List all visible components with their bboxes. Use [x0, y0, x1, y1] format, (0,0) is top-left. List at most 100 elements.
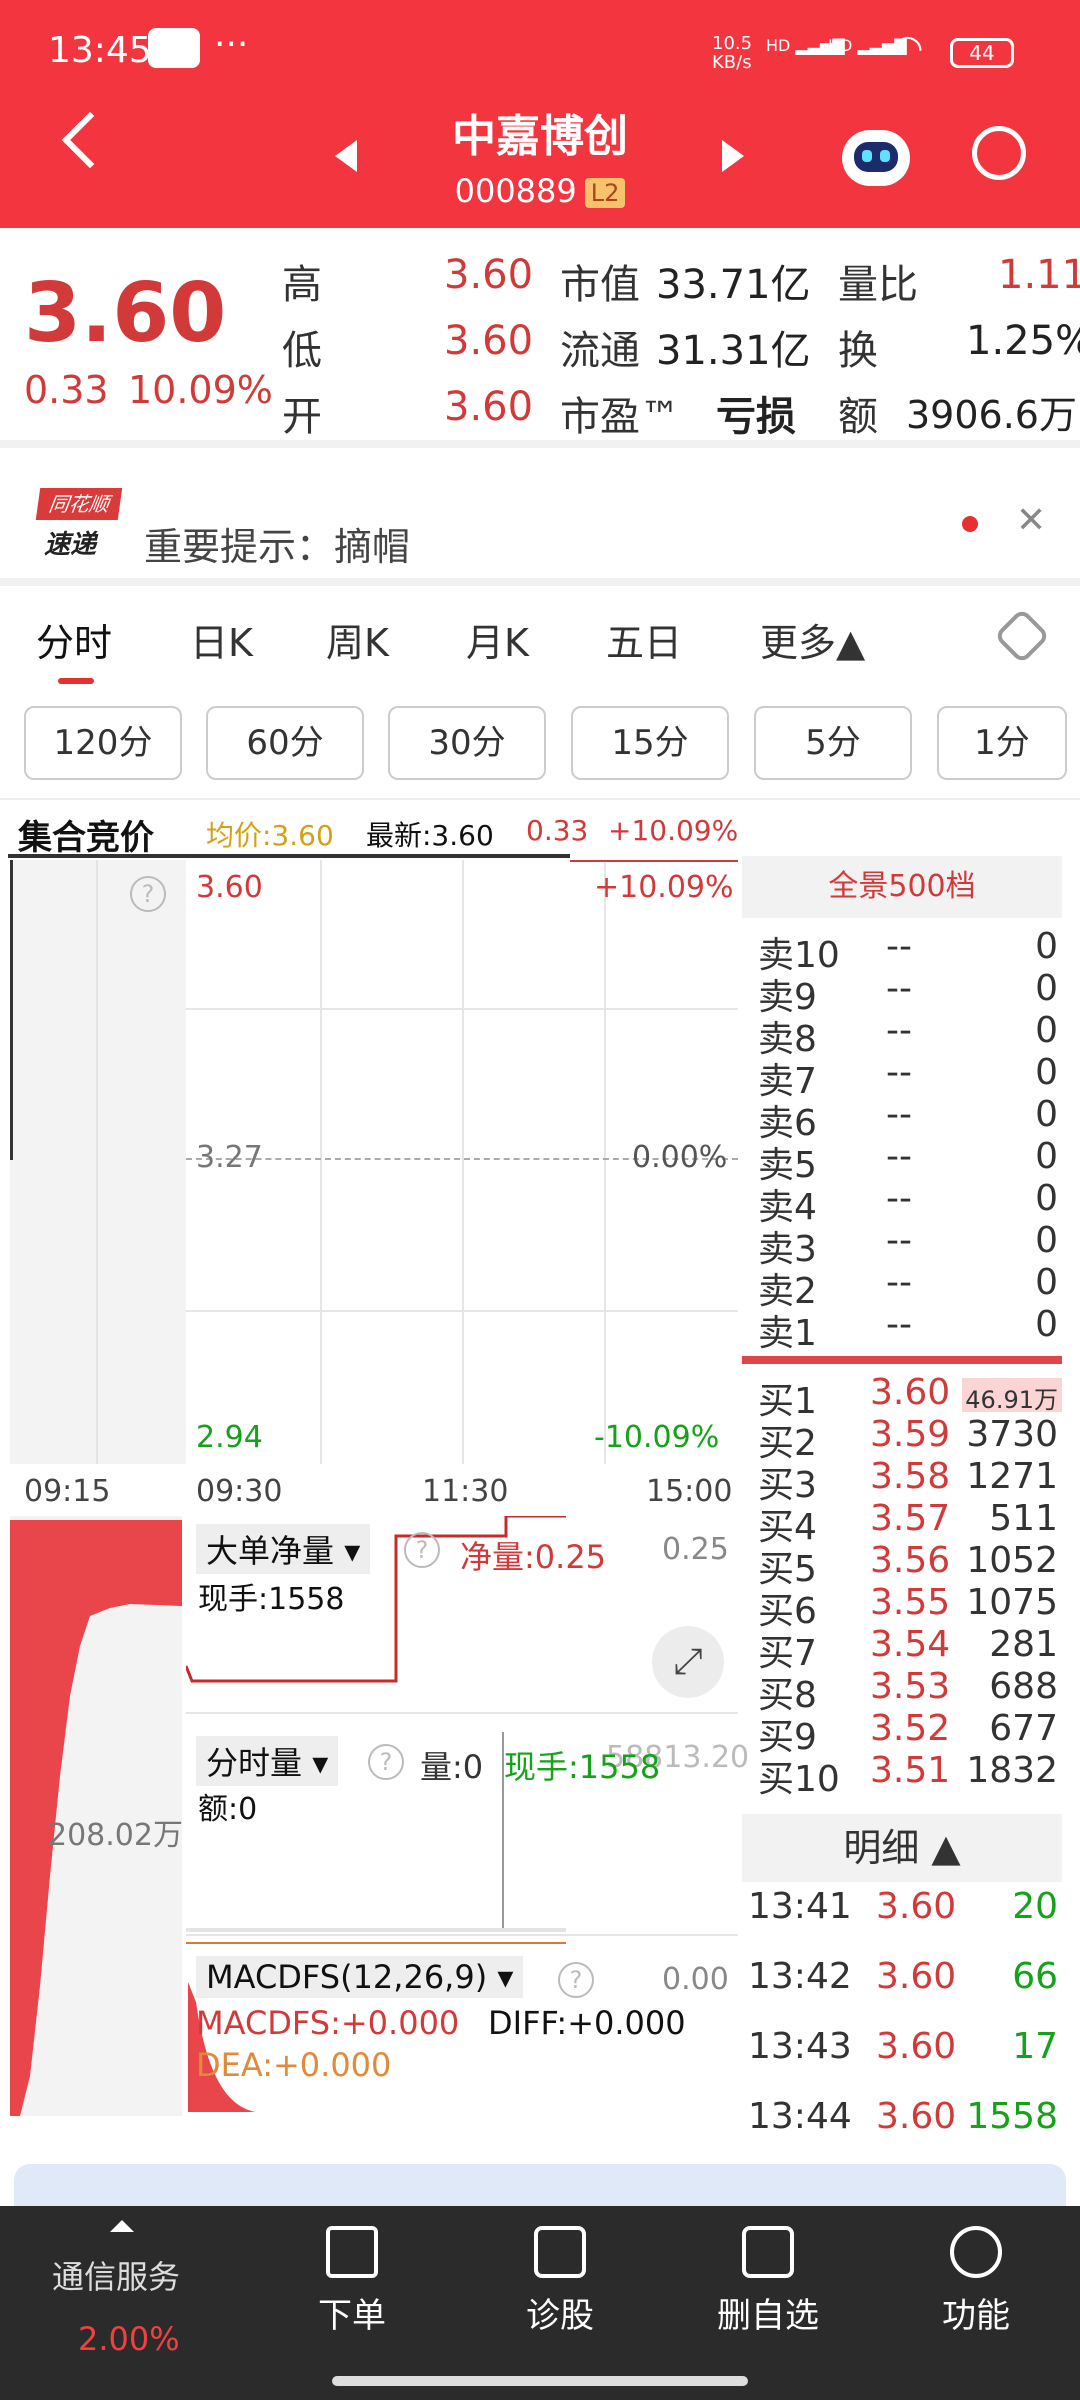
trade-price: 3.60 — [876, 2096, 957, 2137]
low-label: 低 — [282, 328, 322, 374]
settings-hex-icon[interactable] — [993, 607, 1051, 665]
trade-time: 13:41 — [748, 1886, 852, 1927]
level-price: -- — [886, 1220, 912, 1261]
notice-text: 重要提示：摘帽 — [144, 525, 411, 569]
robot-assistant-icon[interactable] — [842, 130, 910, 186]
level-price: 3.60 — [870, 1372, 951, 1413]
search-icon[interactable] — [972, 126, 1026, 180]
next-stock-icon[interactable] — [722, 140, 744, 172]
help-icon[interactable]: ? — [558, 1962, 594, 1998]
stock-name: 中嘉博创 — [452, 111, 628, 162]
range-60min[interactable]: 60分 — [206, 706, 364, 780]
auction-volume-label: 208.02万 — [48, 1818, 183, 1853]
float-value: 31.31亿 — [656, 328, 811, 374]
bid-row-5: 买5 3.56 1052 — [758, 1540, 1058, 1590]
trade-volume: 20 — [1012, 1886, 1058, 1927]
auction-label: 集合竞价 — [18, 818, 154, 858]
level-price: 3.55 — [870, 1582, 951, 1623]
orderbook-title[interactable]: 全景500档 — [742, 856, 1062, 918]
macd-selector[interactable]: MACDFS(12,26,9) ▾ — [196, 1956, 524, 1998]
tab-intraday[interactable]: 分时 — [36, 612, 112, 667]
latest-price: 最新:3.60 — [366, 819, 494, 852]
level-volume: 281 — [989, 1624, 1058, 1665]
pct-bot: -10.09% — [594, 1420, 720, 1455]
volume-selector[interactable]: 分时量 ▾ — [196, 1736, 339, 1786]
turnover-value: 1.25% — [966, 318, 1080, 364]
level-price: 3.53 — [870, 1666, 951, 1707]
notice-logo-sub: 速递 — [44, 530, 97, 560]
auction-divider — [96, 860, 98, 1464]
level-price: -- — [886, 1304, 912, 1345]
level-volume: 0 — [1035, 968, 1058, 1009]
trade-row: 13:44 3.60 1558 — [748, 2096, 1058, 2146]
close-icon[interactable]: ✕ — [1016, 500, 1046, 541]
sector-name[interactable]: 通信服务 — [52, 2252, 180, 2298]
trade-price: 3.60 — [876, 1956, 957, 1997]
expand-icon[interactable]: ⤢ — [652, 1626, 724, 1698]
time-1130: 11:30 — [422, 1474, 509, 1509]
range-5min[interactable]: 5分 — [754, 706, 912, 780]
range-120min[interactable]: 120分 — [24, 706, 182, 780]
float-label: 流通 — [560, 328, 640, 374]
trade-price: 3.60 — [876, 2026, 957, 2067]
level-volume: 0 — [1035, 1178, 1058, 1219]
big-order-selector[interactable]: 大单净量 ▾ — [196, 1524, 371, 1574]
trade-row: 13:41 3.60 20 — [748, 1886, 1058, 1936]
macd-diff: DIFF:+0.000 — [488, 2004, 686, 2042]
bid-row-4: 买4 3.57 511 — [758, 1498, 1058, 1548]
level-volume: 1832 — [966, 1750, 1058, 1791]
notice-bar[interactable]: 同花顺 速递 重要提示：摘帽 ✕ — [0, 460, 1080, 580]
level-volume: 0 — [1035, 1010, 1058, 1051]
help-icon[interactable]: ? — [404, 1532, 440, 1568]
level-price: 3.57 — [870, 1498, 951, 1539]
volume-hand: 现手:1558 — [504, 1748, 661, 1786]
macd-max: 0.00 — [662, 1962, 729, 1997]
tab-indicator — [58, 678, 94, 684]
divider — [0, 578, 1080, 586]
trade-row: 13:42 3.60 66 — [748, 1956, 1058, 2006]
tab-five-day[interactable]: 五日 — [606, 612, 682, 667]
level-price: 3.51 — [870, 1750, 951, 1791]
function-button[interactable]: 功能 — [906, 2226, 1046, 2337]
time-0930: 09:30 — [196, 1474, 283, 1509]
level-price: 3.59 — [870, 1414, 951, 1455]
bid-row-9: 买9 3.52 677 — [758, 1708, 1058, 1758]
tab-weekly-k[interactable]: 周K — [326, 612, 389, 667]
bottom-nav: 通信服务 2.00% 下单 诊股 删自选 功能 — [0, 2206, 1080, 2400]
header-bar: 13:45 ··· 10.5 KB/s HD ▂▃▅▇ HD ▂▃▅▇ ◠ 44 … — [0, 0, 1080, 228]
help-icon[interactable]: ? — [368, 1744, 404, 1780]
order-button[interactable]: 下单 — [282, 2226, 422, 2337]
price-change-pct: 10.09% — [128, 368, 273, 412]
remove-watchlist-button[interactable]: 删自选 — [698, 2226, 838, 2337]
amount-value: 3906.6万 — [906, 393, 1077, 437]
ask-bid-divider — [742, 1356, 1062, 1364]
tab-monthly-k[interactable]: 月K — [466, 612, 529, 667]
auction-line — [10, 860, 13, 1160]
status-dots: ··· — [214, 24, 249, 65]
tab-daily-k[interactable]: 日K — [190, 612, 253, 667]
diagnose-button[interactable]: 诊股 — [490, 2226, 630, 2337]
trade-volume: 1558 — [966, 2096, 1058, 2137]
tab-more[interactable]: 更多▲ — [760, 612, 865, 667]
auction-panel — [10, 860, 186, 1464]
level-volume: 1271 — [966, 1456, 1058, 1497]
trade-time: 13:42 — [748, 1956, 852, 1997]
ask-row-5: 卖6 -- 0 — [758, 1094, 1058, 1144]
range-15min[interactable]: 15分 — [571, 706, 729, 780]
chart-change-pct: +10.09% — [608, 814, 739, 847]
minus-box-icon — [742, 2226, 794, 2278]
trade-time: 13:43 — [748, 2026, 852, 2067]
trade-volume: 17 — [1012, 2026, 1058, 2067]
detail-header[interactable]: 明细 ▲ — [742, 1814, 1062, 1882]
ask-row-1: 卖10 -- 0 — [758, 926, 1058, 976]
level-price: -- — [886, 1136, 912, 1177]
help-icon[interactable]: ? — [130, 876, 166, 912]
y-top: 3.60 — [196, 870, 263, 905]
range-30min[interactable]: 30分 — [388, 706, 546, 780]
range-1min[interactable]: 1分 — [937, 706, 1067, 780]
level-price: -- — [886, 1010, 912, 1051]
level-volume: 0 — [1035, 1052, 1058, 1093]
price-line — [570, 860, 738, 862]
level-volume: 1075 — [966, 1582, 1058, 1623]
sector-pct: 2.00% — [78, 2320, 180, 2358]
